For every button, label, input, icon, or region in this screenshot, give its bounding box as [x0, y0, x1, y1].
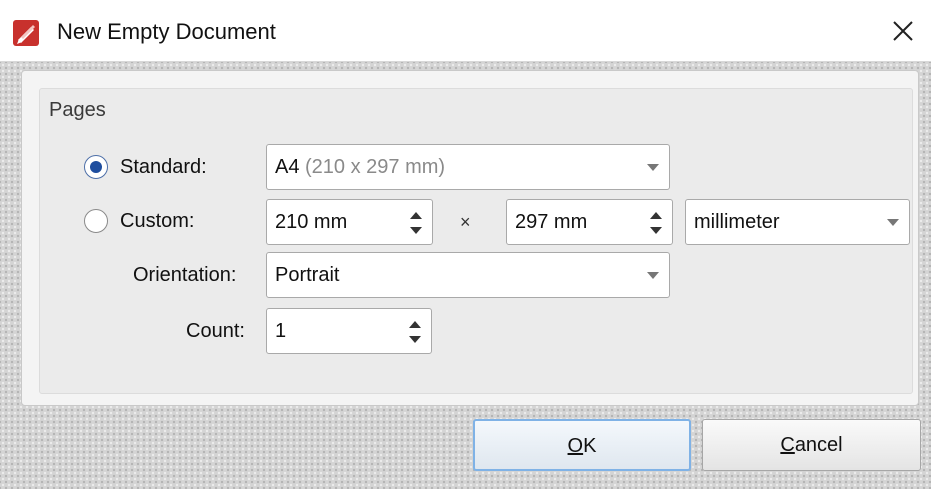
standard-size-value: A4: [275, 156, 300, 178]
orientation-value: Portrait: [275, 264, 340, 286]
title-bar: New Empty Document: [0, 0, 931, 62]
window-title: New Empty Document: [57, 19, 276, 44]
group-title-pages: Pages: [49, 99, 106, 121]
cancel-button[interactable]: Cancel: [702, 419, 921, 471]
standard-size-dropdown[interactable]: A4 (210 x 297 mm): [266, 144, 670, 190]
chevron-down-icon: [647, 272, 659, 279]
radio-selected-dot: [90, 161, 102, 173]
spin-down-icon[interactable]: [650, 227, 662, 234]
unit-dropdown[interactable]: millimeter: [685, 199, 910, 245]
cancel-label-rest: ancel: [794, 434, 843, 456]
orientation-dropdown[interactable]: Portrait: [266, 252, 670, 298]
unit-value: millimeter: [694, 211, 780, 233]
spinner-arrows-icon[interactable]: [410, 211, 422, 235]
close-button[interactable]: [875, 0, 931, 62]
pages-groupbox: Pages Standard: A4 (210 x 297 mm) Custom…: [39, 88, 913, 394]
spin-up-icon[interactable]: [409, 321, 421, 328]
custom-height-spinner[interactable]: 297 mm: [506, 199, 673, 245]
count-spinner[interactable]: 1: [266, 308, 432, 354]
custom-label[interactable]: Custom:: [120, 209, 194, 233]
spinner-arrows-icon[interactable]: [650, 211, 662, 235]
count-value: 1: [275, 320, 287, 342]
custom-radio[interactable]: [84, 209, 108, 233]
content-panel: Pages Standard: A4 (210 x 297 mm) Custom…: [21, 70, 919, 406]
ok-label-rest: K: [583, 435, 597, 457]
cancel-mnemonic: C: [780, 434, 795, 456]
custom-width-spinner[interactable]: 210 mm: [266, 199, 433, 245]
standard-label[interactable]: Standard:: [120, 155, 207, 179]
spinner-arrows-icon[interactable]: [409, 320, 421, 344]
ok-mnemonic: O: [567, 435, 584, 457]
custom-height-value: 297 mm: [515, 211, 588, 233]
orientation-label: Orientation:: [133, 264, 237, 286]
close-icon: [893, 21, 913, 41]
spin-down-icon[interactable]: [409, 336, 421, 343]
standard-size-detail: (210 x 297 mm): [299, 156, 446, 178]
count-label: Count:: [186, 320, 245, 342]
pdf-editor-app-icon: [13, 20, 39, 46]
custom-width-value: 210 mm: [275, 211, 348, 233]
spin-up-icon[interactable]: [410, 212, 422, 219]
chevron-down-icon: [887, 219, 899, 226]
spin-down-icon[interactable]: [410, 227, 422, 234]
ok-button[interactable]: OK: [473, 419, 691, 471]
spin-up-icon[interactable]: [650, 212, 662, 219]
times-separator: ×: [460, 212, 471, 232]
standard-radio[interactable]: [84, 155, 108, 179]
chevron-down-icon: [647, 164, 659, 171]
dialog-body: Pages Standard: A4 (210 x 297 mm) Custom…: [0, 62, 931, 489]
